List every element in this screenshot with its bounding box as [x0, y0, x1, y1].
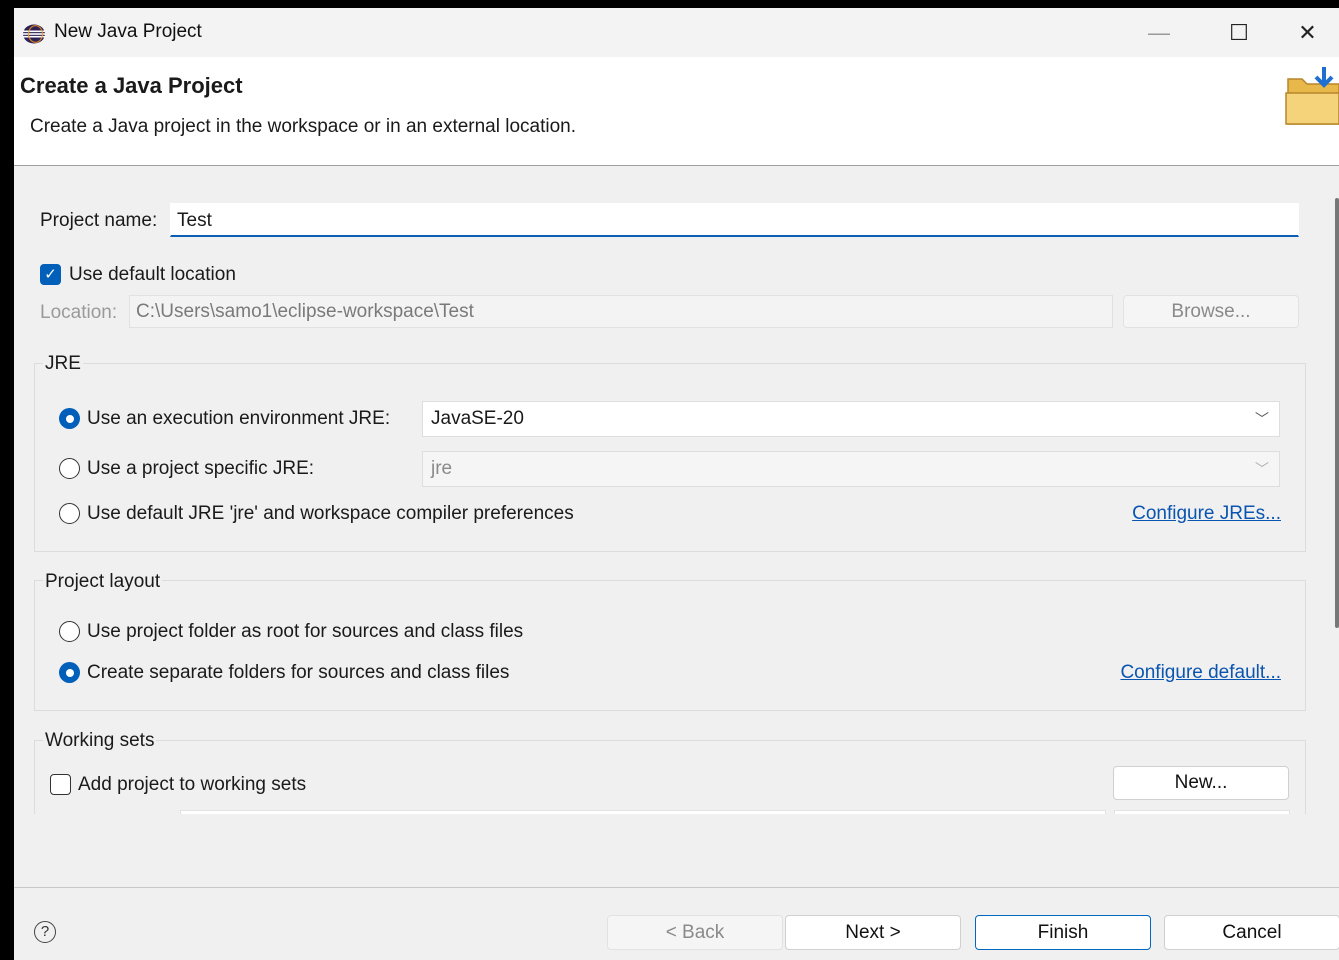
project-layout-title: Project layout — [43, 571, 163, 593]
separate-folders-label: Create separate folders for sources and … — [87, 662, 510, 683]
close-button[interactable]: ✕ — [1276, 8, 1339, 57]
chevron-down-icon: ﹀ — [1255, 461, 1269, 477]
page-title: Create a Java Project — [20, 73, 243, 98]
separate-folders-radio[interactable] — [59, 662, 80, 683]
add-working-sets-checkbox[interactable] — [50, 774, 71, 795]
dialog-window: New Java Project — ☐ ✕ Create a Java Pro… — [14, 8, 1339, 960]
default-jre-radio[interactable] — [59, 503, 80, 524]
page-description: Create a Java project in the workspace o… — [30, 116, 577, 137]
exec-env-radio[interactable] — [59, 408, 80, 429]
exec-env-select[interactable]: JavaSE-20 ﹀ — [422, 401, 1280, 437]
root-folder-radio[interactable] — [59, 621, 80, 642]
project-layout-group — [34, 580, 1306, 711]
new-working-set-button[interactable]: New... — [1113, 766, 1289, 800]
wizard-header: Create a Java Project Create a Java proj… — [14, 57, 1339, 166]
exec-env-label: Use an execution environment JRE: — [87, 408, 391, 429]
use-default-location-checkbox[interactable]: ✓ — [40, 264, 61, 285]
next-button[interactable]: Next > — [785, 915, 961, 950]
help-icon[interactable]: ? — [34, 921, 56, 943]
project-specific-jre-label: Use a project specific JRE: — [87, 458, 315, 479]
project-name-input[interactable]: Test — [170, 203, 1299, 237]
window-title: New Java Project — [54, 21, 202, 42]
use-default-location-label: Use default location — [69, 264, 236, 285]
project-specific-jre-value: jre — [431, 458, 453, 479]
footer-divider — [14, 887, 1339, 888]
configure-jres-link[interactable]: Configure JREs... — [1132, 503, 1281, 525]
title-bar[interactable]: New Java Project — ☐ ✕ — [14, 8, 1339, 57]
add-working-sets-label: Add project to working sets — [78, 774, 307, 795]
jre-group-title: JRE — [43, 353, 83, 375]
exec-env-value: JavaSE-20 — [431, 408, 524, 429]
scrollbar[interactable] — [1335, 198, 1339, 628]
project-specific-jre-radio[interactable] — [59, 458, 80, 479]
minimize-button[interactable]: — — [1119, 8, 1199, 57]
finish-button[interactable]: Finish — [975, 915, 1151, 950]
root-folder-label: Use project folder as root for sources a… — [87, 621, 524, 642]
location-label: Location: — [40, 302, 118, 323]
back-button[interactable]: < Back — [607, 915, 783, 950]
cancel-button[interactable]: Cancel — [1164, 915, 1339, 950]
project-specific-jre-select[interactable]: jre ﹀ — [422, 451, 1280, 487]
select-working-set-button[interactable] — [1114, 810, 1290, 814]
project-name-label: Project name: — [40, 210, 158, 231]
configure-default-link[interactable]: Configure default... — [1120, 662, 1281, 684]
browse-button[interactable]: Browse... — [1123, 295, 1299, 328]
working-sets-clip: Working sets Add project to working sets… — [14, 718, 1339, 814]
chevron-down-icon: ﹀ — [1255, 411, 1269, 427]
folder-icon — [1285, 67, 1339, 125]
working-sets-title: Working sets — [43, 730, 157, 752]
location-input[interactable]: C:\Users\samo1\eclipse-workspace\Test — [129, 295, 1113, 328]
working-sets-field[interactable] — [180, 810, 1106, 814]
default-jre-label: Use default JRE 'jre' and workspace comp… — [87, 503, 574, 524]
eclipse-icon — [23, 24, 45, 44]
maximize-button[interactable]: ☐ — [1199, 8, 1279, 57]
